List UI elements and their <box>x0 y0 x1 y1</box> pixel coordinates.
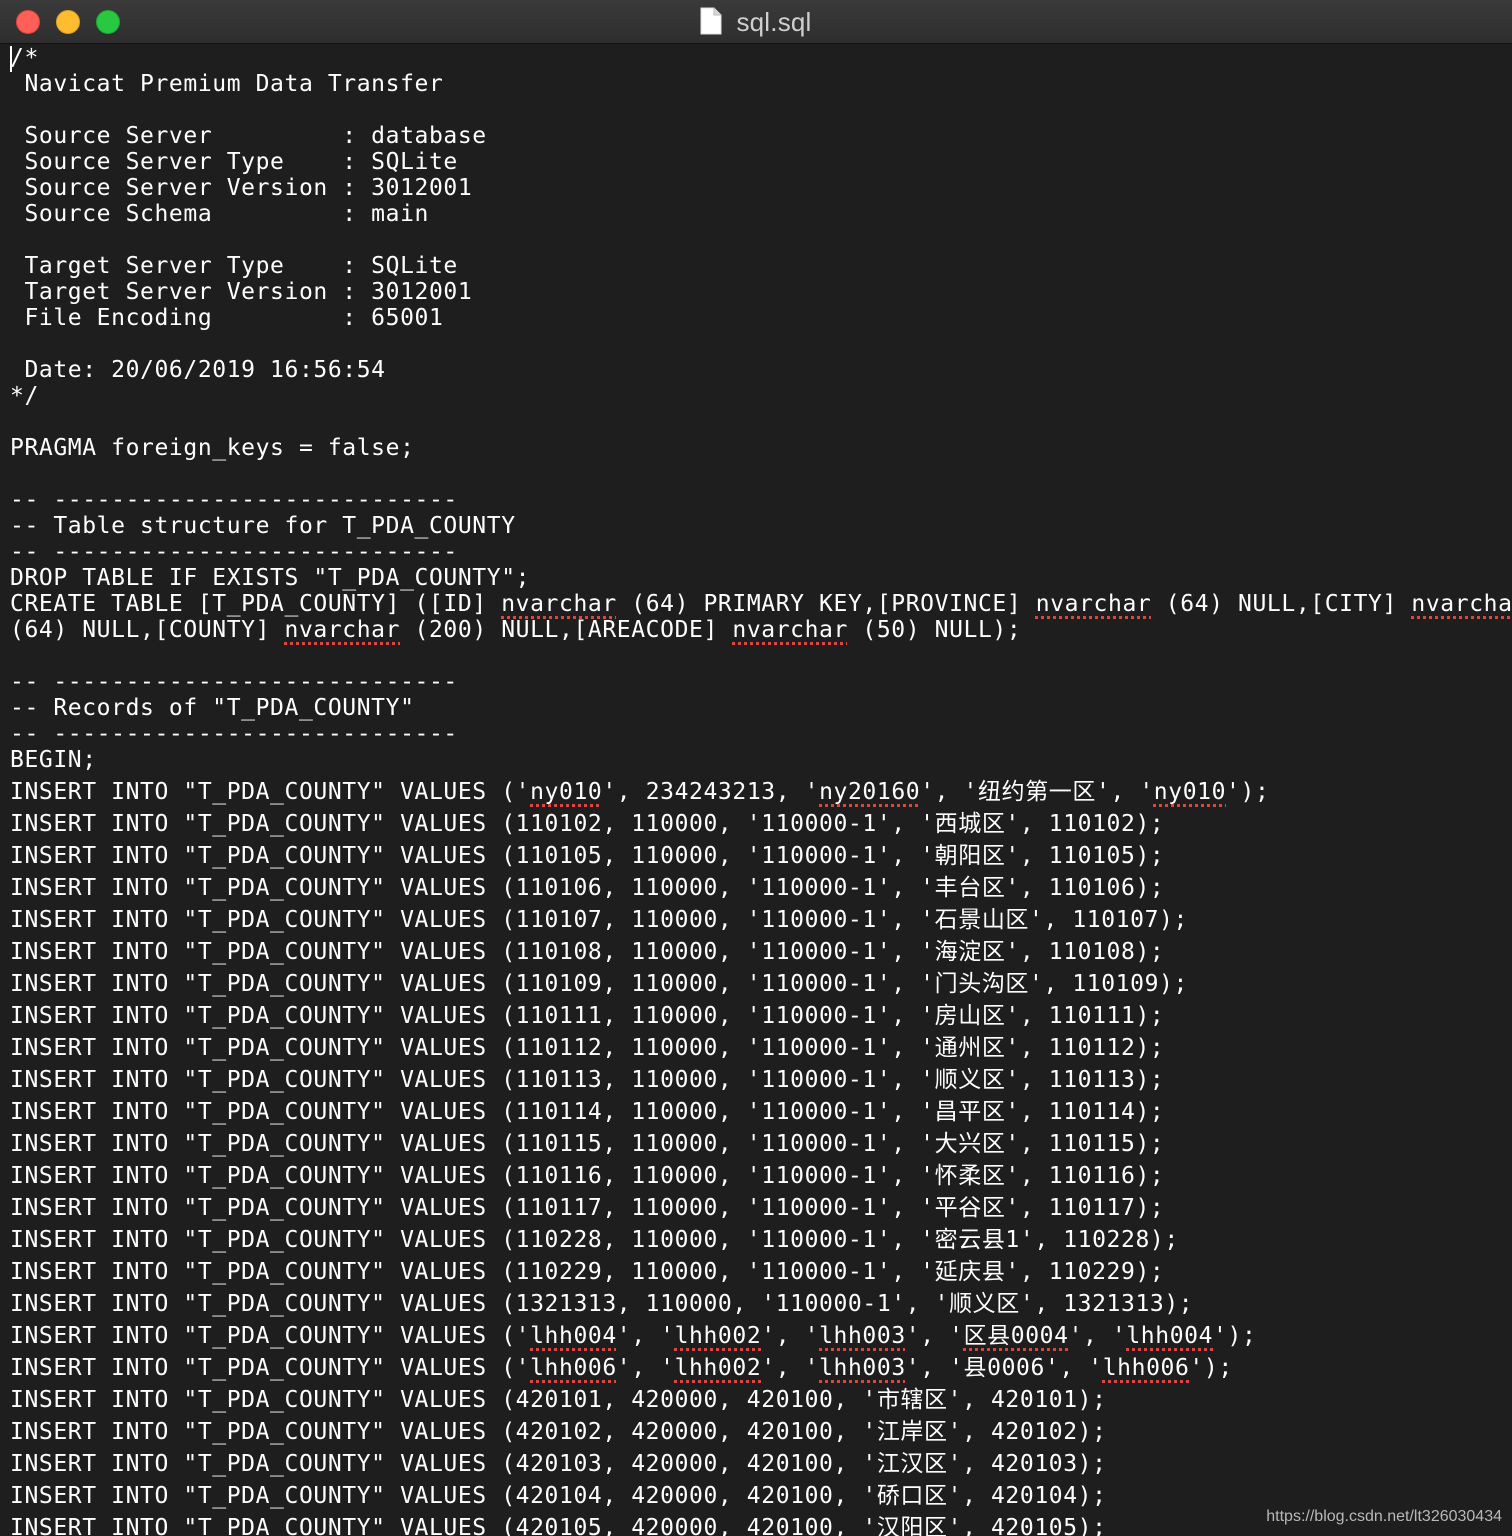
title-bar[interactable]: sql.sql <box>0 0 1512 44</box>
code-line: */ <box>10 383 39 409</box>
spellcheck-flagged-word: lhh006 <box>1102 1355 1190 1381</box>
code-text: (64) PRIMARY KEY,[PROVINCE] <box>616 591 1036 617</box>
code-line: Source Server : database <box>10 123 487 149</box>
code-text: '); <box>1226 779 1270 805</box>
code-line: INSERT INTO "T_PDA_COUNTY" VALUES (11010… <box>10 875 1165 901</box>
code-line: INSERT INTO "T_PDA_COUNTY" VALUES (13213… <box>10 1291 1194 1317</box>
spellcheck-flagged-word: ny010 <box>530 779 603 805</box>
code-line: Date: 20/06/2019 16:56:54 <box>10 357 386 383</box>
code-line: INSERT INTO "T_PDA_COUNTY" VALUES (11022… <box>10 1227 1179 1253</box>
spellcheck-flagged-word: lhh002 <box>674 1355 762 1381</box>
code-line: -- Records of "T_PDA_COUNTY" <box>10 695 415 721</box>
code-line: INSERT INTO "T_PDA_COUNTY" VALUES (42010… <box>10 1419 1107 1445</box>
code-line: (64) NULL,[COUNTY] nvarchar (200) NULL,[… <box>10 616 1021 644</box>
code-text: (200) NULL,[AREACODE] <box>400 617 733 643</box>
spellcheck-flagged-word: ny010 <box>1153 779 1227 805</box>
code-line: INSERT INTO "T_PDA_COUNTY" VALUES (11011… <box>10 1099 1165 1125</box>
code-text: CREATE TABLE [T_PDA_COUNTY] ([ID] <box>10 591 502 617</box>
code-text: ', ' <box>1068 1323 1127 1349</box>
code-line: INSERT INTO "T_PDA_COUNTY" VALUES (11011… <box>10 1163 1165 1189</box>
code-text: ', '县0006', ' <box>905 1355 1103 1381</box>
code-line: INSERT INTO "T_PDA_COUNTY" VALUES ('lhh0… <box>10 1322 1256 1350</box>
spellcheck-flagged-word: nvarchar <box>1035 591 1152 617</box>
spellcheck-flagged-word: 区县0004 <box>963 1323 1069 1349</box>
code-text: ', ' <box>761 1355 820 1381</box>
spellcheck-flagged-word: nvarchar <box>284 617 401 643</box>
code-text: INSERT INTO "T_PDA_COUNTY" VALUES (' <box>10 1355 531 1381</box>
spellcheck-flagged-word: ny20160 <box>819 779 921 805</box>
spellcheck-flagged-word: lhh006 <box>530 1355 617 1381</box>
spellcheck-flagged-word: lhh004 <box>1126 1323 1214 1349</box>
code-text: (64) NULL,[COUNTY] <box>10 617 285 643</box>
code-line: -- ---------------------------- <box>10 539 458 565</box>
code-line: /* <box>10 45 39 71</box>
zoom-button[interactable] <box>96 10 120 34</box>
code-line: INSERT INTO "T_PDA_COUNTY" VALUES (11010… <box>10 843 1165 869</box>
code-text: ', ' <box>616 1355 675 1381</box>
code-line: Source Server Type : SQLite <box>10 149 458 175</box>
code-line: PRAGMA foreign_keys = false; <box>10 435 415 461</box>
code-line: Navicat Premium Data Transfer <box>10 71 444 97</box>
code-line: -- Table structure for T_PDA_COUNTY <box>10 513 516 539</box>
code-line: INSERT INTO "T_PDA_COUNTY" VALUES (42010… <box>10 1515 1107 1536</box>
spellcheck-flagged-word: nvarchar <box>732 617 848 643</box>
document-icon <box>700 7 722 35</box>
code-line: File Encoding : 65001 <box>10 305 444 331</box>
editor-window: sql.sql /* Navicat Premium Data Transfer… <box>0 0 1512 1536</box>
minimize-button[interactable] <box>56 10 80 34</box>
code-line: INSERT INTO "T_PDA_COUNTY" VALUES (11011… <box>10 1035 1165 1061</box>
code-line: INSERT INTO "T_PDA_COUNTY" VALUES (11010… <box>10 939 1165 965</box>
code-line: -- ---------------------------- <box>10 487 458 513</box>
code-text: (64) NULL,[CITY] <box>1151 591 1412 617</box>
code-text: ', '纽约第一区', ' <box>920 779 1154 805</box>
code-line: INSERT INTO "T_PDA_COUNTY" VALUES (11022… <box>10 1259 1165 1285</box>
spellcheck-flagged-word: lhh002 <box>674 1323 762 1349</box>
code-line: -- ---------------------------- <box>10 669 458 695</box>
code-line: INSERT INTO "T_PDA_COUNTY" VALUES (11010… <box>10 971 1188 997</box>
code-line: INSERT INTO "T_PDA_COUNTY" VALUES (11011… <box>10 1003 1165 1029</box>
code-line: INSERT INTO "T_PDA_COUNTY" VALUES (11010… <box>10 907 1188 933</box>
code-line: INSERT INTO "T_PDA_COUNTY" VALUES (11011… <box>10 1131 1165 1157</box>
code-line: -- ---------------------------- <box>10 721 458 747</box>
title-group: sql.sql <box>0 0 1512 44</box>
code-line: INSERT INTO "T_PDA_COUNTY" VALUES (42010… <box>10 1451 1107 1477</box>
spellcheck-flagged-word: nvarchar <box>501 591 617 617</box>
code-text: (50) NULL); <box>847 617 1022 643</box>
code-line: INSERT INTO "T_PDA_COUNTY" VALUES (11010… <box>10 811 1165 837</box>
code-text: ', ' <box>761 1323 820 1349</box>
code-text: ', ' <box>905 1323 964 1349</box>
code-text: ', 234243213, ' <box>602 779 820 805</box>
code-line: DROP TABLE IF EXISTS "T_PDA_COUNTY"; <box>10 565 531 591</box>
code-text: '); <box>1213 1323 1257 1349</box>
code-line: Target Server Version : 3012001 <box>10 279 473 305</box>
watermark-url: https://blog.csdn.net/lt326030434 <box>1266 1508 1502 1525</box>
spellcheck-flagged-word: lhh003 <box>819 1323 906 1349</box>
code-line: Target Server Type : SQLite <box>10 253 458 279</box>
code-text: INSERT INTO "T_PDA_COUNTY" VALUES (' <box>10 1323 531 1349</box>
code-line: INSERT INTO "T_PDA_COUNTY" VALUES (11011… <box>10 1195 1165 1221</box>
code-text: '); <box>1189 1355 1233 1381</box>
code-text: ', ' <box>616 1323 675 1349</box>
code-line: INSERT INTO "T_PDA_COUNTY" VALUES (42010… <box>10 1387 1107 1413</box>
close-button[interactable] <box>16 10 40 34</box>
spellcheck-flagged-word: lhh003 <box>819 1355 906 1381</box>
spellcheck-flagged-word: lhh004 <box>530 1323 617 1349</box>
code-line: INSERT INTO "T_PDA_COUNTY" VALUES ('lhh0… <box>10 1354 1233 1382</box>
text-editor[interactable]: /* Navicat Premium Data Transfer Source … <box>0 44 1512 1536</box>
window-title: sql.sql <box>736 6 812 37</box>
spellcheck-flagged-word: nvarchar <box>1411 591 1512 617</box>
code-line: INSERT INTO "T_PDA_COUNTY" VALUES ('ny01… <box>10 778 1269 806</box>
code-line: Source Server Version : 3012001 <box>10 175 473 201</box>
code-line: INSERT INTO "T_PDA_COUNTY" VALUES (42010… <box>10 1483 1107 1509</box>
code-text: INSERT INTO "T_PDA_COUNTY" VALUES (' <box>10 779 531 805</box>
code-line: INSERT INTO "T_PDA_COUNTY" VALUES (11011… <box>10 1067 1165 1093</box>
code-line: BEGIN; <box>10 747 97 773</box>
code-line: CREATE TABLE [T_PDA_COUNTY] ([ID] nvarch… <box>10 590 1512 618</box>
code-line: Source Schema : main <box>10 201 429 227</box>
